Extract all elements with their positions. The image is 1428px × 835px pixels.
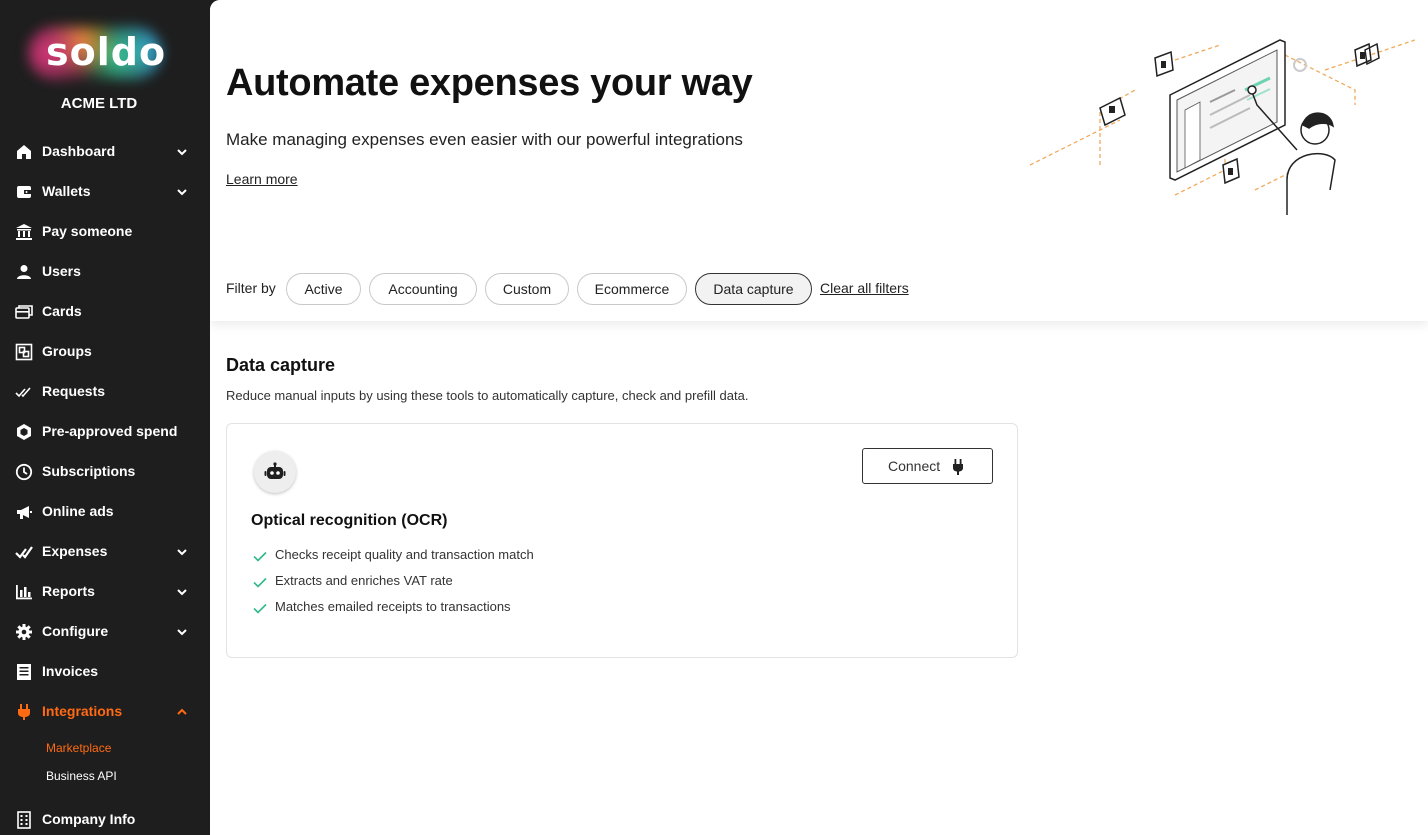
sidebar-item-cards[interactable]: Cards	[0, 294, 210, 330]
sidebar-item-requests[interactable]: Requests	[0, 374, 210, 410]
integration-title: Optical recognition (OCR)	[251, 512, 448, 529]
chevron-down-icon[interactable]	[176, 627, 188, 637]
plug-icon	[953, 459, 963, 475]
soldo-logo[interactable]: soldo	[22, 18, 172, 88]
filter-label: Filter by	[226, 280, 276, 296]
section-title: Data capture	[226, 355, 336, 375]
sidebar-item-pre-approved-spend[interactable]: Pre-approved spend	[0, 414, 210, 450]
building-icon	[17, 811, 31, 829]
filter-chip-ecommerce[interactable]: Ecommerce	[577, 273, 687, 305]
page-subtitle: Make managing expenses even easier with …	[226, 130, 743, 149]
sidebar-item-wallets[interactable]: Wallets	[0, 174, 210, 210]
filter-chip-custom[interactable]: Custom	[485, 273, 569, 305]
sidebar-item-groups[interactable]: Groups	[0, 334, 210, 370]
sidebar-item-label: Pay someone	[42, 223, 133, 239]
chevron-up-icon[interactable]	[176, 707, 188, 717]
logo-text: soldo	[46, 30, 167, 74]
sidebar-item-online-ads[interactable]: Online ads	[0, 494, 210, 530]
invoice-icon	[17, 664, 31, 680]
sidebar-item-label: Configure	[42, 623, 109, 639]
sidebar-item-label: Online ads	[42, 503, 114, 519]
double-check-icon	[15, 387, 31, 398]
page-title: Automate expenses your way	[226, 62, 753, 104]
sidebar-item-label: Dashboard	[42, 143, 116, 159]
main-content: Automate expenses your way Make managing…	[210, 0, 1428, 835]
bar-chart-icon	[16, 585, 32, 600]
feature-label: Checks receipt quality and transaction m…	[275, 547, 534, 562]
chevron-down-icon[interactable]	[176, 147, 188, 157]
sidebar-item-label: Company Info	[42, 811, 136, 827]
sidebar-item-users[interactable]: Users	[0, 254, 210, 290]
expenses-check-icon	[15, 546, 33, 559]
clear-all-filters-link[interactable]: Clear all filters	[820, 280, 909, 296]
hero-banner: Automate expenses your way Make managing…	[210, 0, 1428, 321]
chevron-down-icon[interactable]	[176, 547, 188, 557]
sidebar-item-configure[interactable]: Configure	[0, 614, 210, 650]
sidebar-item-expenses[interactable]: Expenses	[0, 534, 210, 570]
groups-icon	[15, 343, 33, 361]
check-icon	[253, 551, 267, 562]
filter-chip-active[interactable]: Active	[286, 273, 361, 305]
megaphone-icon	[17, 506, 32, 519]
sidebar-item-company-info[interactable]: Company Info	[0, 802, 210, 835]
sidebar-item-integrations[interactable]: Integrations	[0, 694, 210, 730]
cards-icon	[15, 305, 33, 319]
check-icon	[253, 603, 267, 614]
sidebar-item-label: Expenses	[42, 543, 108, 559]
sidebar-item-label: Groups	[42, 343, 92, 359]
plug-icon	[18, 704, 30, 720]
robot-icon	[264, 462, 286, 479]
integration-card-ocr: Connect Optical recognition (OCR) Checks…	[226, 423, 1018, 658]
filter-chip-data-capture[interactable]: Data capture	[695, 273, 812, 305]
user-icon	[17, 265, 31, 279]
sidebar-item-dashboard[interactable]: Dashboard	[0, 134, 210, 170]
clock-icon	[15, 463, 33, 481]
bank-icon	[16, 224, 32, 240]
chevron-down-icon[interactable]	[176, 587, 188, 597]
sidebar-item-label: Invoices	[42, 663, 99, 679]
learn-more-link[interactable]: Learn more	[226, 171, 298, 187]
sidebar-item-label: Wallets	[42, 183, 91, 199]
sidebar-item-label: Users	[42, 263, 81, 279]
hexagon-icon	[17, 424, 31, 440]
sidebar-item-label: Subscriptions	[42, 463, 136, 479]
home-icon	[17, 145, 31, 159]
sidebar-item-pay-someone[interactable]: Pay someone	[0, 214, 210, 250]
wallet-icon	[17, 186, 31, 198]
sidebar: soldo ACME LTD Dashboard Wallets Pay som…	[0, 0, 210, 835]
sidebar-item-invoices[interactable]: Invoices	[0, 654, 210, 690]
sidebar-item-label: Cards	[42, 303, 82, 319]
sidebar-item-reports[interactable]: Reports	[0, 574, 210, 610]
sidebar-item-label: Integrations	[42, 703, 123, 719]
integrations-illustration	[1029, 39, 1415, 215]
company-name: ACME LTD	[60, 95, 138, 112]
connect-label: Connect	[888, 458, 941, 474]
sidebar-item-label: Reports	[42, 583, 95, 599]
feature-label: Matches emailed receipts to transactions	[275, 599, 511, 614]
gear-icon	[16, 624, 32, 640]
chevron-down-icon[interactable]	[176, 187, 188, 197]
connect-button[interactable]: Connect	[862, 448, 993, 484]
integration-logo	[254, 451, 296, 493]
sidebar-subitem-business-api[interactable]: Business API	[46, 769, 117, 783]
sidebar-item-subscriptions[interactable]: Subscriptions	[0, 454, 210, 490]
filter-chip-accounting[interactable]: Accounting	[369, 273, 477, 305]
sidebar-item-label: Requests	[42, 383, 106, 399]
sidebar-item-label: Pre-approved spend	[42, 423, 178, 439]
feature-label: Extracts and enriches VAT rate	[275, 573, 453, 588]
section-description: Reduce manual inputs by using these tool…	[226, 388, 749, 403]
sidebar-subitem-marketplace[interactable]: Marketplace	[46, 741, 111, 755]
check-icon	[253, 577, 267, 588]
